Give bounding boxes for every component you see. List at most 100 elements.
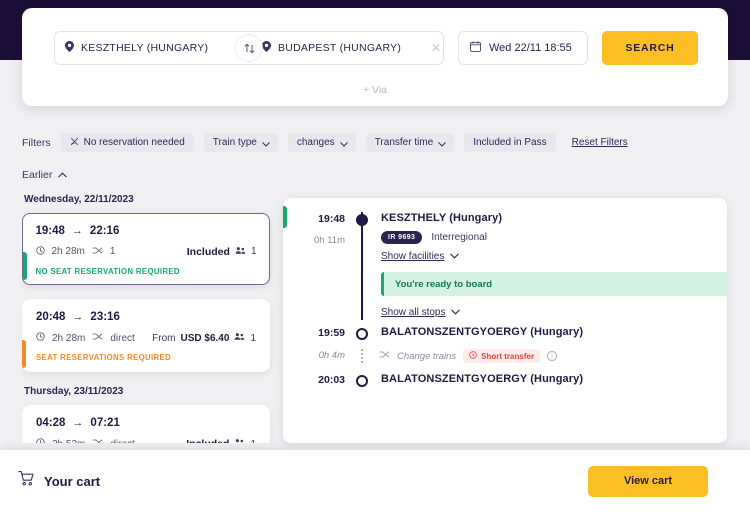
view-cart-button[interactable]: View cart	[588, 465, 708, 497]
trip-price: Included	[186, 438, 229, 443]
segment-time: 19:48	[318, 213, 345, 225]
arrive-time: 23:16	[90, 311, 120, 323]
no-reservation-icon	[70, 137, 79, 149]
calendar-icon	[470, 39, 481, 57]
arrive-time: 22:16	[89, 224, 120, 237]
trip-card[interactable]: 20:48 → 23:16 2h 28m direct From USD $6.…	[22, 299, 270, 372]
train-type-label: Interregional	[431, 232, 487, 243]
passengers-icon	[235, 246, 246, 258]
depart-time: 04:28	[36, 417, 66, 429]
cart-summary: Your cart	[18, 470, 100, 492]
trip-meta: 2h 28m 1 Included 1	[35, 246, 257, 258]
stop-dot-hollow	[356, 375, 368, 387]
chevron-down-icon	[450, 251, 460, 262]
origin-field[interactable]: KESZTHELY (HUNGARY)	[55, 32, 234, 64]
train-number-badge: IR 9693	[381, 231, 423, 244]
change-trains-info: Change trains Short transfer i	[379, 349, 558, 363]
location-pin-icon	[262, 39, 271, 57]
passenger-count: 1	[250, 332, 256, 344]
results-list[interactable]: Wednesday, 22/11/2023 19:48 → 22:16 2h 2…	[22, 190, 274, 443]
passengers-icon	[234, 332, 245, 344]
travel-search-page: KESZTHELY (HUNGARY) ✕ BUDAPEST (HUNGARY)…	[0, 0, 750, 512]
filter-chip-train-type[interactable]: Train type	[203, 133, 278, 152]
journey-timeline: 19:48 KESZTHELY (Hungary) IR 9693 Interr…	[301, 212, 727, 387]
trip-times: 04:28 → 07:21	[36, 417, 256, 429]
show-facilities-label: Show facilities	[381, 251, 445, 262]
transfer-icon	[92, 246, 103, 258]
timeline-row-departure: 19:48 KESZTHELY (Hungary) IR 9693 Interr…	[301, 212, 727, 320]
segment-body: BALATONSZENTGYOERGY (Hungary)	[379, 326, 715, 339]
cart-label: Your cart	[44, 473, 101, 489]
station-name: BALATONSZENTGYOERGY (Hungary)	[381, 326, 584, 338]
info-icon[interactable]: i	[547, 351, 558, 361]
trip-card[interactable]: 04:28 → 07:21 2h 53m direct Included	[22, 405, 270, 443]
swap-button[interactable]	[235, 34, 263, 62]
filter-chip-included-in-pass[interactable]: Included in Pass	[464, 133, 556, 152]
clock-alert-icon	[469, 351, 477, 361]
earlier-label: Earlier	[22, 169, 53, 181]
cart-bar: Your cart View cart	[0, 450, 750, 512]
trip-times: 20:48 → 23:16	[36, 311, 256, 323]
change-trains-label: Change trains	[397, 350, 457, 362]
chevron-down-icon	[262, 139, 270, 147]
destination-field[interactable]: BUDAPEST (HUNGARY)	[246, 32, 431, 64]
ready-to-board-banner: You're ready to board	[381, 272, 727, 296]
destination-clear-icon[interactable]: ✕	[431, 42, 443, 54]
stop-dot-hollow	[356, 328, 368, 340]
transfer-duration: 0h 4m	[318, 350, 345, 361]
search-card: KESZTHELY (HUNGARY) ✕ BUDAPEST (HUNGARY)…	[22, 8, 728, 106]
transfer-icon	[92, 332, 103, 344]
arrive-time: 07:21	[90, 417, 120, 429]
filter-chip-changes[interactable]: changes	[287, 133, 356, 152]
filter-chip-label: Included in Pass	[473, 137, 547, 148]
trip-duration: 2h 28m	[51, 246, 85, 257]
reset-filters-link[interactable]: Reset Filters	[572, 137, 628, 148]
transfer-icon	[92, 438, 103, 443]
arrow-right-icon: →	[72, 417, 84, 429]
earlier-toggle[interactable]: Earlier	[22, 169, 68, 181]
timeline-row-transfer-departure: 20:03 BALATONSZENTGYOERGY (Hungary)	[301, 373, 715, 387]
show-all-stops-link[interactable]: Show all stops	[381, 307, 461, 318]
add-via-link[interactable]: + Via	[22, 84, 728, 96]
trip-changes: direct	[110, 332, 135, 344]
trip-times: 19:48 → 22:16	[36, 225, 257, 237]
passenger-count: 1	[250, 439, 256, 444]
filters-bar: Filters No reservation needed Train type…	[22, 133, 628, 152]
stop-dot-solid	[356, 214, 368, 226]
location-pin-icon	[65, 39, 74, 57]
passenger-count: 1	[250, 246, 257, 257]
depart-time: 20:48	[36, 311, 66, 323]
destination-value: BUDAPEST (HUNGARY)	[278, 42, 402, 54]
status-accent-bar	[23, 252, 27, 280]
timeline-rail	[345, 326, 379, 340]
origin-destination-box: KESZTHELY (HUNGARY) ✕ BUDAPEST (HUNGARY)…	[54, 31, 444, 65]
date-field[interactable]: Wed 22/11 18:55	[458, 31, 588, 65]
timeline-row-transfer-arrival: 19:59 BALATONSZENTGYOERGY (Hungary)	[301, 326, 715, 340]
trip-card[interactable]: 19:48 → 22:16 2h 28m 1 Included 1 NO SEA…	[22, 213, 270, 285]
filter-chip-no-reservation-needed[interactable]: No reservation needed	[60, 133, 194, 152]
search-button[interactable]: SEARCH	[602, 31, 698, 65]
timeline-rail	[345, 373, 379, 387]
trip-duration: 2h 28m	[52, 332, 86, 344]
day-header: Thursday, 23/11/2023	[24, 386, 124, 397]
detail-accent-bar	[283, 206, 287, 228]
show-facilities-link[interactable]: Show facilities	[381, 251, 460, 262]
segment-time: 20:03	[318, 374, 345, 386]
leg-duration: 0h 11m	[314, 235, 345, 246]
arrow-right-icon: →	[71, 224, 83, 237]
trip-status: NO SEAT RESERVATION REQUIRED	[35, 266, 180, 276]
depart-time: 19:48	[35, 224, 65, 237]
filter-chip-transfer-time[interactable]: Transfer time	[365, 133, 455, 152]
timeline-row-transfer: 0h 4m Change trains Short transfer i	[301, 349, 715, 363]
filter-chip-label: Train type	[212, 137, 257, 148]
chevron-down-icon	[438, 139, 447, 147]
price-prefix: From	[152, 332, 176, 344]
clock-icon	[36, 332, 45, 344]
filter-chip-label: changes	[296, 137, 335, 148]
train-info: IR 9693 Interregional	[381, 231, 715, 244]
trip-duration: 2h 53m	[52, 439, 85, 444]
segment-body: BALATONSZENTGYOERGY (Hungary)	[379, 373, 715, 386]
date-value: Wed 22/11 18:55	[489, 42, 572, 54]
trip-status: SEAT RESERVATIONS REQUIRED	[36, 353, 172, 362]
clock-icon	[36, 438, 45, 443]
